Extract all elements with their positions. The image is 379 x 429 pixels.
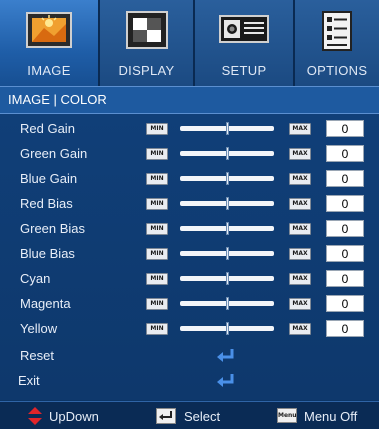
footer-select-label: Select [184,409,221,424]
slider-knob[interactable] [225,197,229,210]
slider-knob[interactable] [225,247,229,260]
setting-label: Cyan [20,271,51,286]
min-icon: MIN [146,298,168,310]
slider-knob[interactable] [225,222,229,235]
setting-label: Magenta [20,296,71,311]
setting-row-green-bias[interactable]: Green Bias MIN MAX 0 [0,216,379,241]
setting-label: Blue Bias [20,246,75,261]
projector-icon [219,15,269,43]
max-icon: MAX [289,173,311,185]
min-icon: MIN [146,123,168,135]
enter-key-icon [156,408,176,424]
tab-options[interactable]: OPTIONS [295,0,379,86]
action-row-reset[interactable]: Reset [0,343,379,368]
max-icon: MAX [289,223,311,235]
slider-track[interactable] [180,322,274,335]
footer-menu-off-label: Menu Off [304,409,358,424]
menu-key-icon: Menu [277,408,297,423]
slider-knob[interactable] [225,122,229,135]
setting-label: Red Bias [20,196,73,211]
tab-image[interactable]: IMAGE [0,0,100,86]
slider-track[interactable] [180,297,274,310]
image-icon [26,12,72,48]
max-icon: MAX [289,323,311,335]
updown-arrows-icon [28,407,42,425]
setting-label: Yellow [20,321,58,336]
slider-track[interactable] [180,172,274,185]
setting-row-cyan[interactable]: Cyan MIN MAX 0 [0,266,379,291]
tab-display[interactable]: DISPLAY [100,0,195,86]
setting-row-blue-bias[interactable]: Blue Bias MIN MAX 0 [0,241,379,266]
tab-label: SETUP [221,63,267,78]
setting-row-green-gain[interactable]: Green Gain MIN MAX 0 [0,141,379,166]
setting-row-red-gain[interactable]: Red Gain MIN MAX 0 [0,116,379,141]
setting-row-red-bias[interactable]: Red Bias MIN MAX 0 [0,191,379,216]
slider-knob[interactable] [225,272,229,285]
max-icon: MAX [289,273,311,285]
section-header: IMAGE | COLOR [0,86,379,114]
slider-knob[interactable] [225,297,229,310]
max-icon: MAX [289,123,311,135]
value-box: 0 [326,220,364,237]
slider-track[interactable] [180,197,274,210]
setting-row-magenta[interactable]: Magenta MIN MAX 0 [0,291,379,316]
slider-track[interactable] [180,122,274,135]
tab-label: DISPLAY [118,63,175,78]
options-icon [322,11,352,51]
section-title: IMAGE | COLOR [8,92,107,107]
max-icon: MAX [289,248,311,260]
value-box: 0 [326,120,364,137]
setting-label: Green Bias [20,221,86,236]
action-row-exit[interactable]: Exit [0,368,379,393]
min-icon: MIN [146,323,168,335]
footer-bar: UpDown Select Menu Menu Off [0,401,379,429]
value-box: 0 [326,295,364,312]
slider-knob[interactable] [225,172,229,185]
value-box: 0 [326,270,364,287]
setting-row-blue-gain[interactable]: Blue Gain MIN MAX 0 [0,166,379,191]
osd-menu: IMAGE DISPLAY SETUP OPTIONS IMAGE | COLO… [0,0,379,429]
tab-label: OPTIONS [306,63,368,78]
min-icon: MIN [146,223,168,235]
min-icon: MIN [146,173,168,185]
min-icon: MIN [146,198,168,210]
action-label: Exit [18,373,40,388]
tab-setup[interactable]: SETUP [195,0,295,86]
max-icon: MAX [289,148,311,160]
min-icon: MIN [146,273,168,285]
slider-track[interactable] [180,247,274,260]
value-box: 0 [326,195,364,212]
tab-label: IMAGE [27,63,71,78]
display-icon [125,11,168,49]
setting-row-yellow[interactable]: Yellow MIN MAX 0 [0,316,379,341]
slider-track[interactable] [180,147,274,160]
setting-label: Green Gain [20,146,88,161]
slider-knob[interactable] [225,147,229,160]
enter-icon[interactable] [216,347,236,363]
min-icon: MIN [146,248,168,260]
footer-updown-label: UpDown [49,409,99,424]
settings-list: Red Gain MIN MAX 0 Green Gain MIN MAX 0 … [0,114,379,400]
action-label: Reset [20,348,54,363]
slider-track[interactable] [180,222,274,235]
slider-knob[interactable] [225,322,229,335]
value-box: 0 [326,170,364,187]
setting-label: Blue Gain [20,171,78,186]
value-box: 0 [326,245,364,262]
tab-bar: IMAGE DISPLAY SETUP OPTIONS [0,0,379,86]
max-icon: MAX [289,198,311,210]
enter-icon[interactable] [216,372,236,388]
value-box: 0 [326,320,364,337]
setting-label: Red Gain [20,121,75,136]
slider-track[interactable] [180,272,274,285]
max-icon: MAX [289,298,311,310]
min-icon: MIN [146,148,168,160]
value-box: 0 [326,145,364,162]
